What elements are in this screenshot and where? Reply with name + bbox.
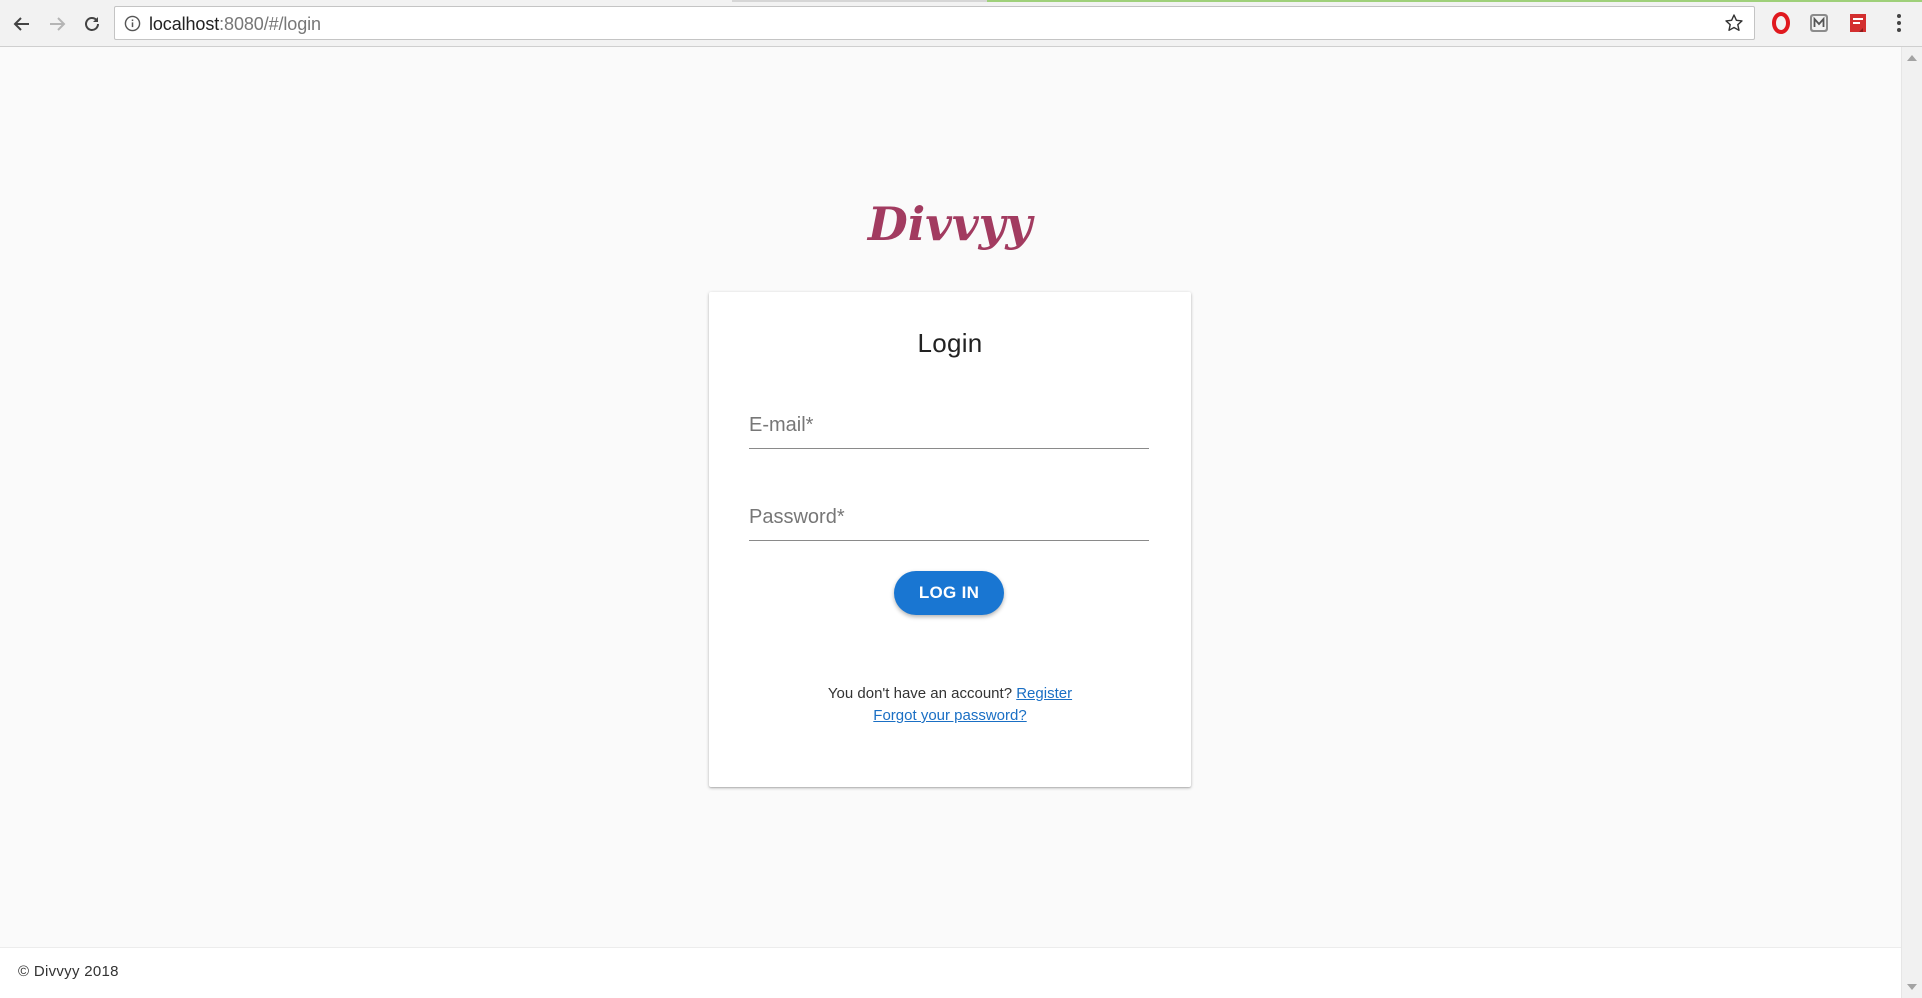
forgot-password-link[interactable]: Forgot your password? <box>873 707 1026 724</box>
info-icon[interactable] <box>124 15 141 32</box>
reload-icon <box>85 17 99 31</box>
log-in-button[interactable]: LOG IN <box>894 571 1004 615</box>
browser-toolbar: localhost:8080/#/login <box>0 0 1922 47</box>
arrow-left-icon <box>13 17 29 31</box>
register-link[interactable]: Register <box>1016 685 1072 702</box>
pdf-icon[interactable] <box>1847 12 1869 34</box>
login-card: Login LOG IN You don't have an account? … <box>709 292 1191 787</box>
page-footer: © Divvyy 2018 <box>0 947 1901 998</box>
address-bar[interactable]: localhost:8080/#/login <box>114 6 1755 40</box>
page-load-indicator <box>987 0 1922 2</box>
login-title: Login <box>917 328 983 358</box>
opera-icon[interactable] <box>1770 12 1792 34</box>
tab-indicator <box>732 0 987 2</box>
email-input[interactable] <box>749 403 1149 449</box>
forgot-line: Forgot your password? <box>709 705 1191 727</box>
address-url: localhost:8080/#/login <box>149 14 321 34</box>
url-path: :8080/#/login <box>219 14 321 34</box>
scroll-up-arrow-icon[interactable] <box>1907 55 1917 61</box>
arrow-right-icon <box>50 17 66 31</box>
url-host: localhost <box>149 14 220 34</box>
register-line: You don't have an account? Register <box>709 683 1191 705</box>
logo-text: Divvyy <box>866 197 1036 251</box>
account-links: You don't have an account? Register Forg… <box>709 683 1191 727</box>
back-button[interactable] <box>8 10 36 38</box>
copyright-text: © Divvyy 2018 <box>18 963 119 980</box>
no-account-text: You don't have an account? <box>827 685 1013 702</box>
password-input[interactable] <box>749 495 1149 541</box>
password-field-wrapper <box>749 495 1149 541</box>
scroll-down-arrow-icon[interactable] <box>1907 984 1917 990</box>
email-field-wrapper <box>749 403 1149 449</box>
star-icon[interactable] <box>1724 13 1744 33</box>
three-dots-icon[interactable] <box>1893 12 1905 34</box>
extension-m-icon[interactable] <box>1808 12 1830 34</box>
vertical-scrollbar[interactable] <box>1901 47 1922 998</box>
divvyy-logo: Divvyy <box>866 197 1036 251</box>
forward-button[interactable] <box>43 10 71 38</box>
reload-button[interactable] <box>78 10 106 38</box>
